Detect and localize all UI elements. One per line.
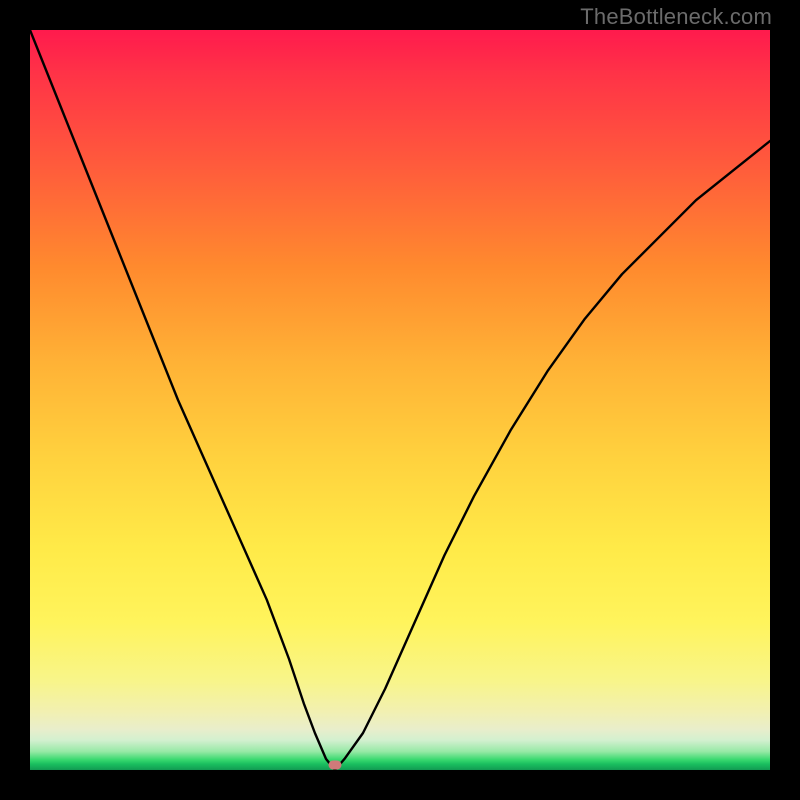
watermark-text: TheBottleneck.com [580,4,772,30]
bottleneck-curve [30,30,770,770]
minimum-marker [328,760,341,769]
chart-frame: TheBottleneck.com [0,0,800,800]
plot-area [30,30,770,770]
